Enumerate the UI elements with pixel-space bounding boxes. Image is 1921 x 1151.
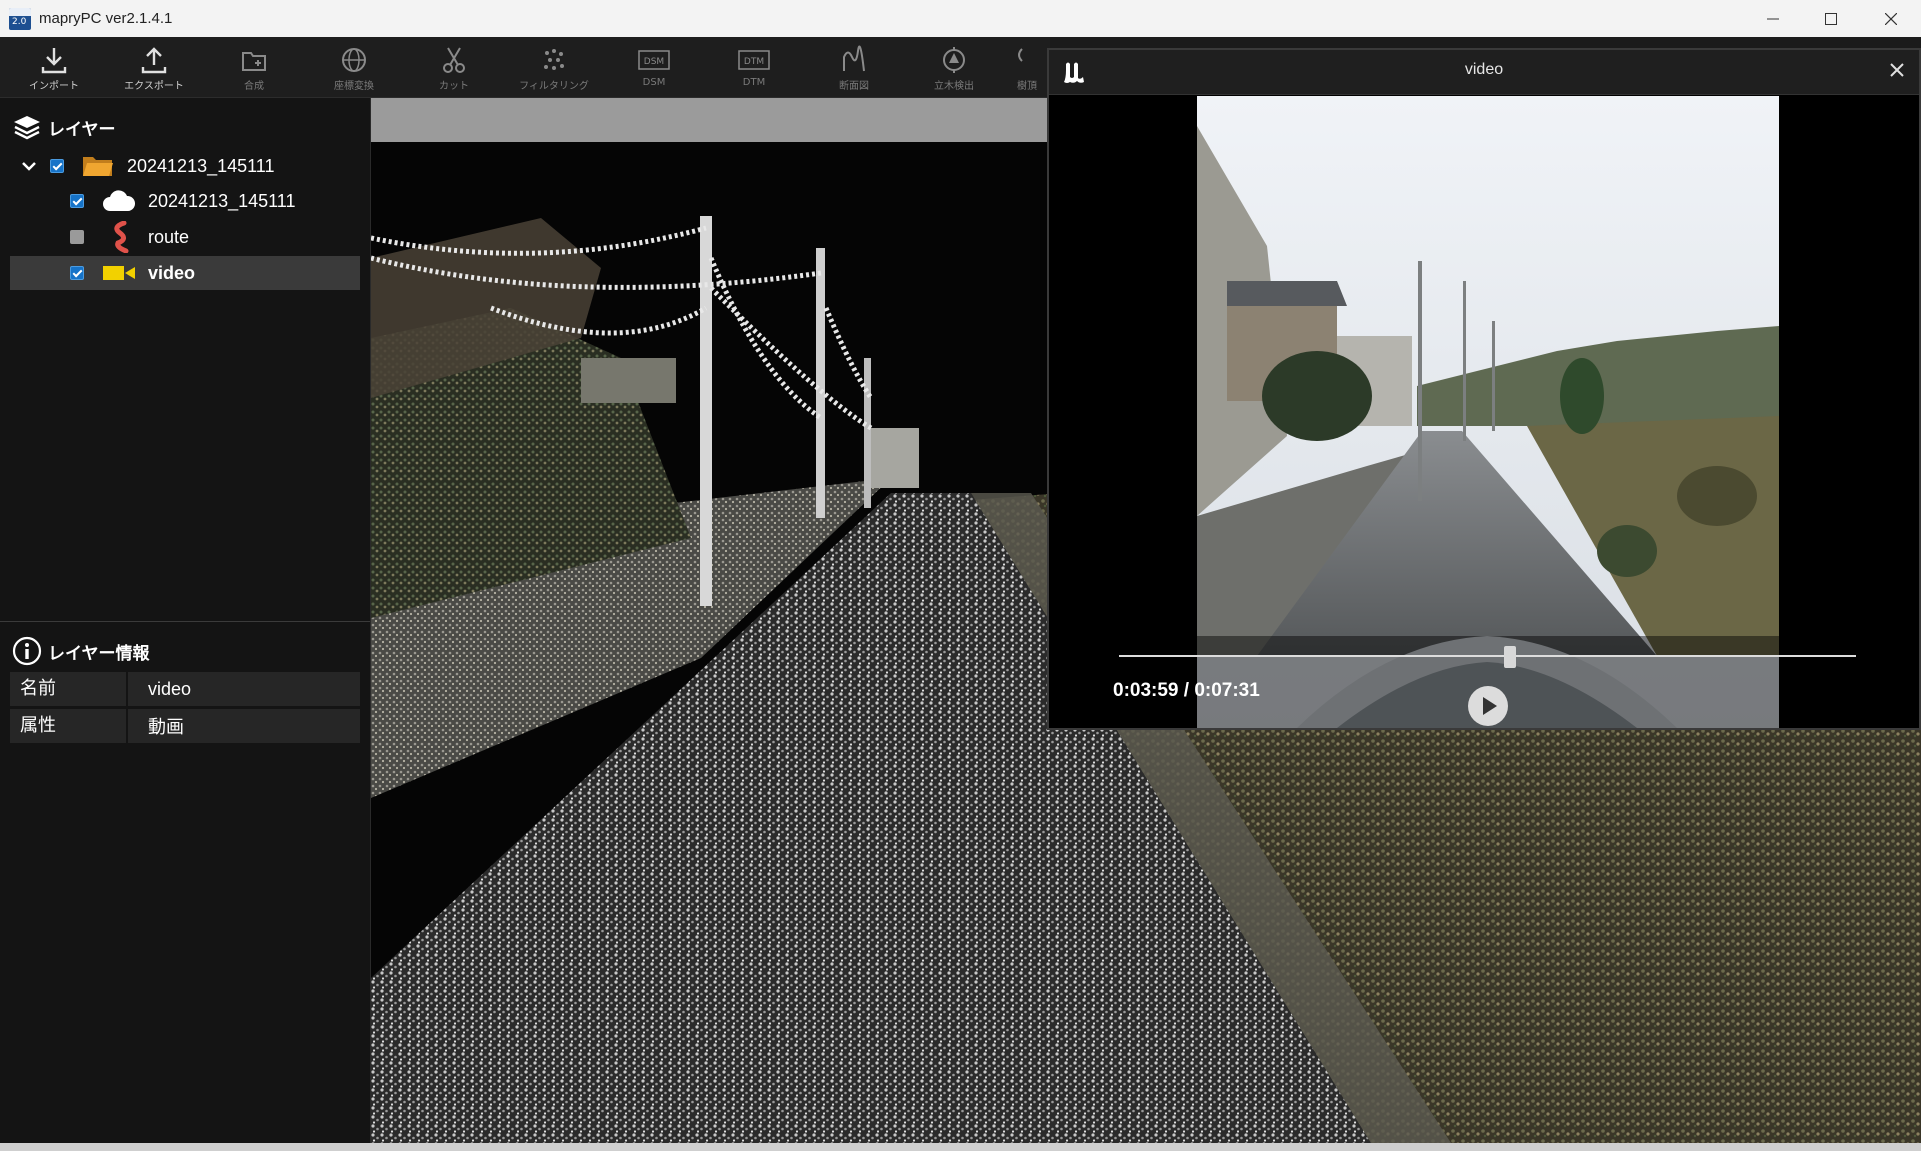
panel-divider <box>0 621 370 622</box>
layer-row-pointcloud[interactable]: 20241213_145111 <box>10 184 360 218</box>
export-label: エクスポート <box>124 81 184 92</box>
tree-top-icon <box>1018 48 1023 62</box>
info-value-type: 動画 <box>148 717 184 737</box>
svg-text:DSM: DSM <box>644 57 664 67</box>
layer-label-folder: 20241213_145111 <box>127 155 275 176</box>
filtering-label: フィルタリング <box>519 81 589 92</box>
play-button[interactable] <box>1468 686 1508 726</box>
maximize-button[interactable] <box>1802 0 1860 37</box>
video-seek-thumb[interactable] <box>1503 646 1516 668</box>
layer-row-folder[interactable]: 20241213_145111 <box>10 149 360 183</box>
cross-section-button[interactable]: 断面図 <box>804 37 904 97</box>
import-button[interactable]: インポート <box>4 37 104 97</box>
tree-top-button[interactable]: 樹頂 <box>1004 37 1050 97</box>
video-frame-image <box>1197 96 1779 728</box>
layers-icon <box>14 116 40 140</box>
info-key-name: 名前 <box>10 672 128 706</box>
layer-label-video: video <box>148 262 196 283</box>
layer-checkbox-pointcloud[interactable] <box>70 194 84 208</box>
dsm-icon: DSM <box>638 50 670 70</box>
layer-info-header-label: レイヤー情報 <box>48 643 150 664</box>
left-panel: レイヤー 20241213_145111 20241213_145111 rou… <box>0 98 371 1143</box>
window-title-bar: mapryPC ver2.1.4.1 <box>0 0 1921 37</box>
dsm-button[interactable]: DSM DSM <box>604 37 704 97</box>
route-icon <box>114 221 129 253</box>
layer-checkbox-folder[interactable] <box>50 159 64 173</box>
layer-checkbox-route[interactable] <box>70 230 84 244</box>
export-icon <box>141 47 167 74</box>
filter-icon <box>544 49 564 70</box>
info-key-type: 属性 <box>10 709 128 743</box>
info-row-type: 属性 動画 <box>10 709 360 743</box>
layers-header: レイヤー <box>12 114 116 140</box>
merge-label: 合成 <box>244 81 264 92</box>
cross-section-label: 断面図 <box>839 81 869 92</box>
svg-text:DTM: DTM <box>744 57 764 67</box>
video-seekbar[interactable] <box>1119 655 1856 657</box>
layer-info-header: レイヤー情報 <box>12 636 150 666</box>
video-close-button[interactable] <box>1885 59 1909 83</box>
cut-label: カット <box>439 81 469 92</box>
import-label: インポート <box>29 81 79 92</box>
import-icon <box>41 48 67 74</box>
info-icon <box>12 636 42 666</box>
video-window[interactable]: video 0:03:59 / 0:07:31 <box>1047 48 1921 730</box>
viewport-top-strip <box>371 98 1051 142</box>
layer-label-route: route <box>148 226 190 247</box>
layer-row-video[interactable]: video <box>10 256 360 290</box>
globe-icon <box>342 48 366 72</box>
layer-checkbox-video[interactable] <box>70 266 84 280</box>
coordinate-transform-label: 座標変換 <box>334 81 374 92</box>
close-icon <box>1890 63 1904 77</box>
layer-label-pointcloud: 20241213_145111 <box>148 190 296 211</box>
merge-button[interactable]: 合成 <box>204 37 304 97</box>
tree-detection-button[interactable]: 立木検出 <box>904 37 1004 97</box>
cloud-icon <box>103 190 136 211</box>
layers-header-label: レイヤー <box>48 119 116 140</box>
dsm-label: DSM <box>642 77 666 88</box>
video-camera-icon <box>103 266 135 280</box>
status-strip <box>0 1143 1921 1151</box>
cross-section-icon <box>843 45 865 72</box>
coordinate-transform-button[interactable]: 座標変換 <box>304 37 404 97</box>
scissors-icon <box>443 47 465 73</box>
cut-button[interactable]: カット <box>404 37 504 97</box>
folder-icon <box>83 157 113 176</box>
info-row-name: 名前 video <box>10 672 360 706</box>
dtm-label: DTM <box>742 77 766 88</box>
merge-icon <box>242 52 266 71</box>
minimize-button[interactable] <box>1744 0 1802 37</box>
info-value-name: video <box>148 678 192 699</box>
tree-top-label: 樹頂 <box>1017 81 1037 92</box>
layer-row-route[interactable]: route <box>10 220 360 254</box>
export-button[interactable]: エクスポート <box>104 37 204 97</box>
chevron-down-icon[interactable] <box>20 157 38 175</box>
filtering-button[interactable]: フィルタリング <box>504 37 604 97</box>
app-logo-icon <box>9 7 31 30</box>
video-time-display: 0:03:59 / 0:07:31 <box>1113 680 1260 701</box>
video-window-title: video <box>1464 61 1504 78</box>
dtm-button[interactable]: DTM DTM <box>704 37 804 97</box>
dtm-icon: DTM <box>738 50 770 70</box>
close-button[interactable] <box>1862 0 1920 37</box>
tree-detection-label: 立木検出 <box>934 81 974 92</box>
video-window-titlebar[interactable]: video <box>1049 50 1919 95</box>
video-frame[interactable] <box>1197 96 1779 728</box>
main-toolbar: インポート エクスポート 合成 座標変換 カット フィルタリング DSM DSM… <box>0 37 1050 98</box>
window-title: mapryPC ver2.1.4.1 <box>39 10 173 27</box>
tree-detect-icon <box>943 47 965 73</box>
